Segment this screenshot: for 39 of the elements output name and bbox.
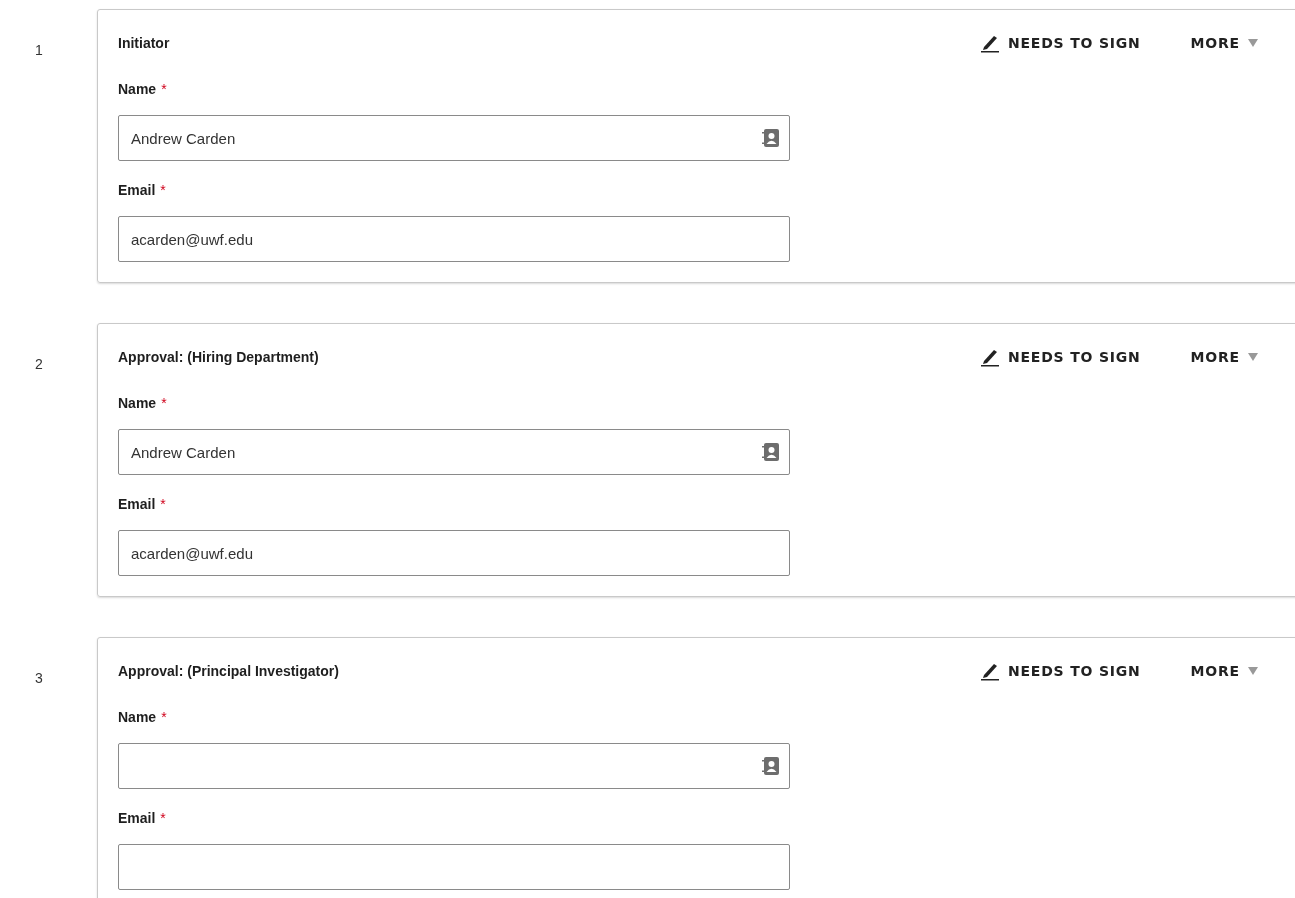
pen-icon — [979, 661, 1000, 681]
more-dropdown-button[interactable]: MORE — [1190, 663, 1258, 679]
required-mark: * — [160, 495, 166, 513]
field-label: Name — [118, 394, 157, 412]
more-dropdown-button[interactable]: MORE — [1190, 35, 1258, 51]
field-label: Name — [118, 80, 157, 98]
contact-card-icon[interactable] — [762, 756, 780, 776]
needs-to-sign-button[interactable]: NEEDS TO SIGN — [979, 347, 1141, 367]
name-field[interactable]: Andrew Carden — [118, 115, 790, 161]
needs-to-sign-button[interactable]: NEEDS TO SIGN — [979, 661, 1141, 681]
email-field[interactable]: acarden@uwf.edu — [118, 530, 790, 576]
contact-card-icon[interactable] — [762, 128, 780, 148]
contact-card-icon[interactable] — [762, 442, 780, 462]
required-mark: * — [161, 708, 167, 726]
field-label: Email — [118, 495, 156, 513]
caret-icon — [1248, 39, 1258, 47]
more-dropdown-button[interactable]: MORE — [1190, 349, 1258, 365]
name-field[interactable] — [118, 743, 790, 789]
field-label: Email — [118, 181, 156, 199]
required-mark: * — [161, 80, 167, 98]
email-field[interactable] — [118, 844, 790, 890]
signer-role-title: Initiator — [118, 34, 170, 52]
caret-icon — [1248, 353, 1258, 361]
pen-icon — [979, 33, 1000, 53]
step-number: 1 — [34, 41, 44, 59]
name-field[interactable]: Andrew Carden — [118, 429, 790, 475]
needs-to-sign-button[interactable]: NEEDS TO SIGN — [979, 33, 1141, 53]
pen-icon — [979, 347, 1000, 367]
step-number: 2 — [34, 355, 44, 373]
field-label: Email — [118, 809, 156, 827]
signer-role-title: Approval: (Hiring Department) — [118, 348, 319, 366]
field-label: Name — [118, 708, 157, 726]
signer-role-title: Approval: (Principal Investigator) — [118, 662, 339, 680]
step-number: 3 — [34, 669, 44, 687]
email-field[interactable]: acarden@uwf.edu — [118, 216, 790, 262]
caret-icon — [1248, 667, 1258, 675]
required-mark: * — [161, 394, 167, 412]
required-mark: * — [160, 181, 166, 199]
required-mark: * — [160, 809, 166, 827]
